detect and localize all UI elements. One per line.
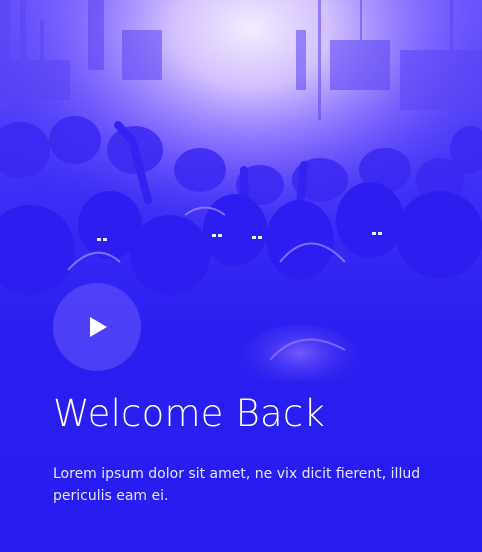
play-video-button[interactable]	[53, 283, 141, 371]
welcome-screen: Welcome Back Lorem ipsum dolor sit amet,…	[0, 0, 482, 552]
welcome-title: Welcome Back	[53, 392, 326, 435]
play-icon	[90, 317, 107, 337]
welcome-description: Lorem ipsum dolor sit amet, ne vix dicit…	[53, 466, 421, 504]
